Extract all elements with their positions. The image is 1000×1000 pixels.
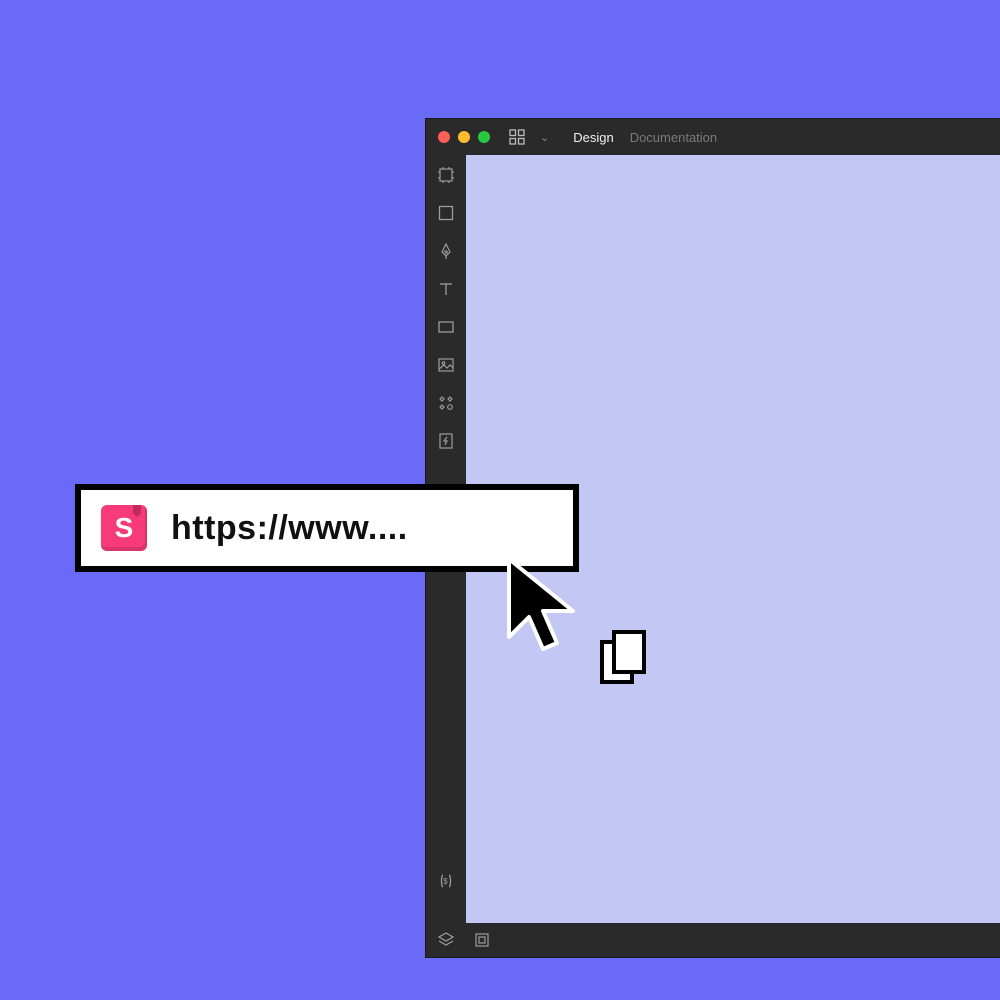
copy-pages-icon xyxy=(598,628,650,688)
close-window-button[interactable] xyxy=(438,131,450,143)
artboard-tool[interactable] xyxy=(436,165,456,185)
rectangle-tool[interactable] xyxy=(436,203,456,223)
text-icon xyxy=(437,280,455,298)
artboard-icon xyxy=(437,166,455,184)
window-traffic-lights xyxy=(438,131,490,143)
pen-tool[interactable] xyxy=(436,241,456,261)
bolt-tool[interactable] xyxy=(436,431,456,451)
frame-tool[interactable] xyxy=(436,317,456,337)
text-tool[interactable] xyxy=(436,279,456,299)
minimize-window-button[interactable] xyxy=(458,131,470,143)
frame-icon xyxy=(437,320,455,334)
titlebar: ⌄ Design Documentation xyxy=(426,119,1000,155)
svg-text:$: $ xyxy=(443,877,448,886)
top-nav: Design Documentation xyxy=(573,130,717,145)
variables-tool[interactable]: $ xyxy=(436,871,456,891)
cursor-arrow-icon xyxy=(503,555,589,665)
image-tool[interactable] xyxy=(436,355,456,375)
image-icon xyxy=(437,356,455,374)
bottom-tools: $ xyxy=(426,871,466,913)
cursor-pointer xyxy=(503,555,589,670)
site-badge: S xyxy=(101,505,147,551)
url-text[interactable]: https://www.... xyxy=(171,509,408,548)
layers-tool[interactable] xyxy=(436,930,456,950)
drag-copy-hint xyxy=(598,628,650,693)
tab-design[interactable]: Design xyxy=(573,130,613,145)
components-tool[interactable] xyxy=(436,393,456,413)
apps-button[interactable] xyxy=(506,126,528,148)
tab-documentation[interactable]: Documentation xyxy=(630,130,717,145)
variables-icon: $ xyxy=(437,872,455,890)
chevron-down-icon[interactable]: ⌄ xyxy=(540,131,549,144)
site-badge-letter: S xyxy=(115,512,134,544)
grid-apps-icon xyxy=(509,129,525,145)
layers-icon xyxy=(437,931,455,949)
pen-icon xyxy=(437,242,455,260)
components-icon xyxy=(437,394,455,412)
bolt-icon xyxy=(438,432,454,450)
assets-tool[interactable] xyxy=(472,930,492,950)
maximize-window-button[interactable] xyxy=(478,131,490,143)
bottom-bar xyxy=(426,923,1000,957)
assets-icon xyxy=(473,931,491,949)
rectangle-icon xyxy=(437,204,455,222)
